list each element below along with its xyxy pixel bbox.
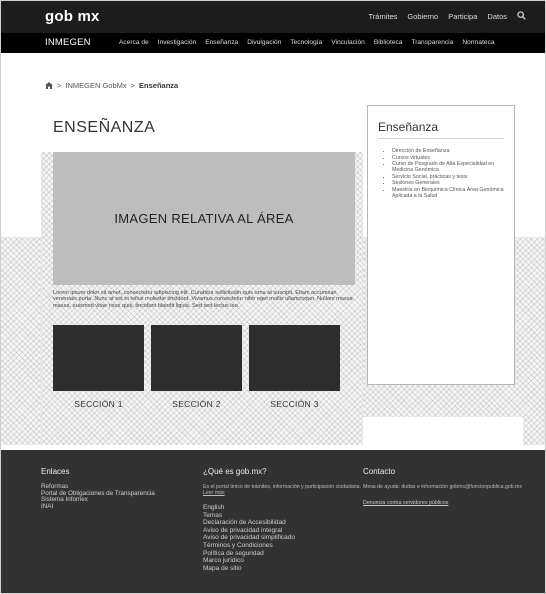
sidebar-item-sesiones[interactable]: Sesiones Generales: [392, 180, 506, 186]
section-card-1[interactable]: SECCIÓN 1: [53, 325, 144, 409]
nav-item-divulgacion[interactable]: Divulgación: [247, 39, 281, 46]
footer-contact-desc: Mesa de ayuda: dudas e información gobmx…: [363, 484, 522, 490]
breadcrumb: > INMEGEN GobMx > Enseñanza: [45, 81, 178, 90]
section-card-2[interactable]: SECCIÓN 2: [151, 325, 242, 409]
breadcrumb-separator: >: [57, 81, 62, 90]
footer-link-list: English Temas Declaración de Accesibilid…: [203, 504, 363, 572]
sidebar-list: Dirección de Enseñanza Cursos virtuales …: [392, 148, 506, 199]
footer-link-marco-juridico[interactable]: Marco jurídico: [203, 557, 363, 565]
section-label[interactable]: SECCIÓN 3: [249, 399, 340, 409]
gov-link-tramites[interactable]: Trámites: [368, 12, 397, 21]
search-icon[interactable]: [517, 11, 527, 21]
denuncia-link[interactable]: Denuncia contra servidores públicos: [363, 500, 533, 506]
sidebar-item-cursos[interactable]: Cursos virtuales: [392, 155, 506, 161]
breadcrumb-parent[interactable]: INMEGEN GobMx: [65, 81, 126, 90]
section-card-3[interactable]: SECCIÓN 3: [249, 325, 340, 409]
hero-text: IMAGEN RELATIVA AL ÁREA: [114, 211, 294, 226]
footer-link-inai[interactable]: INAI: [41, 503, 191, 511]
section-label[interactable]: SECCIÓN 1: [53, 399, 144, 409]
footer-que-es: ¿Qué es gob.mx? Es el portal único de tr…: [203, 467, 363, 572]
sidebar-title: Enseñanza: [378, 120, 439, 134]
footer-heading: Contacto: [363, 467, 396, 476]
section-thumbnail[interactable]: [53, 325, 144, 391]
nav-items: Acerca de Investigación Enseñanza Divulg…: [119, 39, 504, 46]
nav-item-transparencia[interactable]: Transparencia: [411, 39, 453, 46]
footer-link-temas[interactable]: Temas: [203, 512, 363, 520]
section-thumbnail[interactable]: [151, 325, 242, 391]
footer-enlaces: Enlaces Reformas Portal de Obligaciones …: [41, 467, 191, 510]
footer-heading: Enlaces: [41, 467, 70, 476]
intro-paragraph: Lorem ipsum dolor sit amet, consectetur …: [53, 290, 353, 309]
breadcrumb-current: Enseñanza: [139, 81, 179, 90]
footer-link-english[interactable]: English: [203, 504, 363, 512]
gov-top-bar: gob mx Trámites Gobierno Participa Datos: [1, 1, 545, 33]
home-icon[interactable]: [45, 82, 53, 89]
sidebar-item-maestria[interactable]: Maestría en Bioquímica Clínica Área Genó…: [392, 187, 506, 199]
inmegen-brand[interactable]: INMEGEN: [45, 37, 91, 48]
sidebar-item-direccion[interactable]: Dirección de Enseñanza: [392, 148, 506, 154]
sidebar-divider: [378, 138, 504, 139]
nav-item-investigacion[interactable]: Investigación: [158, 39, 197, 46]
nav-item-biblioteca[interactable]: Biblioteca: [374, 39, 403, 46]
footer-description: Es el portal único de trámites, informac…: [203, 484, 363, 496]
main-nav: INMEGEN Acerca de Investigación Enseñanz…: [1, 33, 545, 53]
footer-link-privacidad-simplificado[interactable]: Aviso de privacidad simplificado: [203, 534, 363, 542]
hero-image-placeholder: IMAGEN RELATIVA AL ÁREA: [53, 152, 355, 285]
gov-link-participa[interactable]: Participa: [448, 12, 477, 21]
footer: Enlaces Reformas Portal de Obligaciones …: [1, 450, 545, 593]
footer-link-mapa-sitio[interactable]: Mapa de sitio: [203, 565, 363, 573]
section-thumbnail[interactable]: [249, 325, 340, 391]
gobmx-logo[interactable]: gob mx: [45, 8, 100, 25]
nav-item-tecnologia[interactable]: Tecnología: [290, 39, 322, 46]
footer-link-seguridad[interactable]: Política de seguridad: [203, 550, 363, 558]
page-title: ENSEÑANZA: [53, 119, 156, 136]
footer-contacto: Contacto Mesa de ayuda: dudas e informac…: [363, 467, 533, 506]
nav-item-acerca[interactable]: Acerca de: [119, 39, 149, 46]
gov-link-gobierno[interactable]: Gobierno: [407, 12, 438, 21]
footer-link-terminos[interactable]: Términos y Condiciones: [203, 542, 363, 550]
footer-heading: ¿Qué es gob.mx?: [203, 467, 267, 476]
nav-item-vinculacion[interactable]: Vinculación: [331, 39, 365, 46]
sections-row: SECCIÓN 1 SECCIÓN 2 SECCIÓN 3: [53, 325, 340, 409]
sidebar-item-posgrado[interactable]: Curso de Posgrado de Alta Especialidad e…: [392, 161, 506, 173]
leer-mas-link[interactable]: Leer más: [203, 490, 225, 496]
breadcrumb-separator: >: [130, 81, 136, 90]
section-label[interactable]: SECCIÓN 2: [151, 399, 242, 409]
footer-link-privacidad-integral[interactable]: Aviso de privacidad integral: [203, 527, 363, 535]
gov-link-datos[interactable]: Datos: [487, 12, 507, 21]
footer-link-list: Reformas Portal de Obligaciones de Trans…: [41, 483, 191, 511]
nav-item-ensenanza[interactable]: Enseñanza: [205, 39, 238, 46]
footer-link-accesibilidad[interactable]: Declaración de Accesibilidad: [203, 519, 363, 527]
white-filler: [363, 417, 523, 445]
nav-item-normateca[interactable]: Normateca: [462, 39, 494, 46]
sidebar-card: Enseñanza Dirección de Enseñanza Cursos …: [367, 105, 515, 385]
sidebar-item-servicio-social[interactable]: Servicio Social, prácticas y tesis: [392, 174, 506, 180]
footer-desc-text: Es el portal único de trámites, informac…: [203, 484, 362, 490]
page: gob mx Trámites Gobierno Participa Datos…: [0, 0, 546, 594]
gov-links: Trámites Gobierno Participa Datos: [368, 11, 527, 21]
